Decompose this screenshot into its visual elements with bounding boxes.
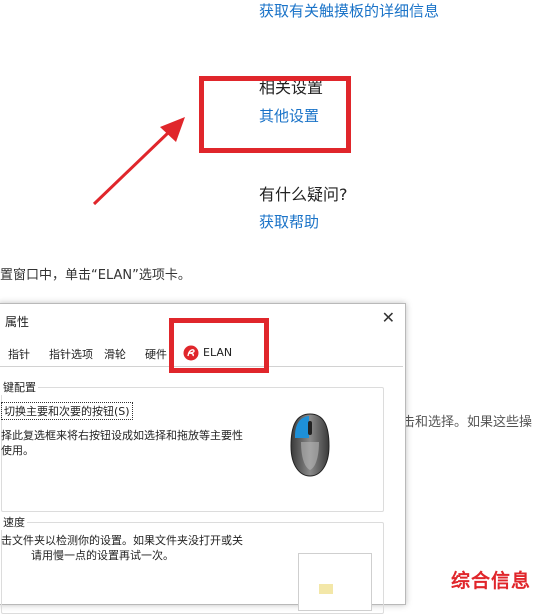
swap-description-line2: 使用。 (1, 444, 34, 457)
test-folder-box[interactable] (298, 553, 372, 611)
speed-description-line1: 击文件夹以检测你的设置。如果文件夹没打开或关 (1, 534, 243, 547)
tab-hardware[interactable]: 硬件 (145, 346, 167, 362)
speed-legend: 速度 (1, 514, 27, 530)
tab-wheel[interactable]: 滑轮 (104, 346, 126, 362)
swap-description-line1: 择此复选框来将右按钮设成如选择和拖放等主要性 (1, 429, 243, 442)
arrow-to-other-settings (92, 117, 185, 206)
background-text: 击和选择。如果这些操 (402, 415, 533, 430)
close-icon[interactable]: ✕ (382, 308, 395, 327)
speed-description-line2: 请用慢一点的设置再试一次。 (31, 549, 174, 562)
instruction-text: 置窗口中，单击“ELAN”选项卡。 (0, 268, 191, 283)
highlight-box-elan-tab (169, 318, 269, 373)
folder-icon (319, 584, 333, 594)
watermark-text: 综合信息 (451, 570, 532, 592)
tab-pointer[interactable]: 指针 (8, 346, 30, 362)
swap-buttons-checkbox[interactable]: 切换主要和次要的按钮(S) (1, 402, 133, 420)
mouse-icon (288, 412, 332, 482)
button-config-legend: 键配置 (1, 379, 38, 395)
dialog-title: 属性 (5, 315, 30, 329)
tab-pointer-options[interactable]: 指针选项 (49, 346, 93, 362)
